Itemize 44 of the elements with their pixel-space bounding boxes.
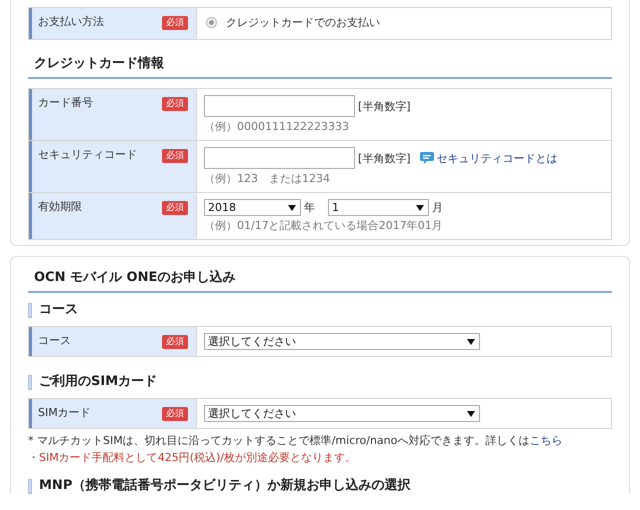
- field-label: お支払い方法: [38, 15, 104, 29]
- input-field[interactable]: [204, 95, 355, 117]
- unit-text: 月: [432, 200, 443, 215]
- subsection-heading: コース: [39, 302, 78, 318]
- required-badge: 必須: [162, 335, 188, 349]
- field-label: SIMカード: [38, 406, 91, 420]
- required-badge: 必須: [162, 97, 188, 111]
- details-link[interactable]: こちら: [529, 434, 562, 447]
- unit-text: 年: [304, 200, 315, 215]
- heading-bar-icon: [28, 302, 32, 318]
- select-field[interactable]: 2018: [204, 199, 301, 216]
- field-label: 有効期限: [38, 200, 82, 214]
- caret-icon: [467, 338, 475, 344]
- section-heading: クレジットカード情報: [28, 40, 612, 79]
- subsection-heading: ご利用のSIMカード: [39, 374, 158, 390]
- required-badge: 必須: [162, 201, 188, 215]
- option-label: クレジットカードでのお支払い: [226, 15, 380, 30]
- select-field[interactable]: 1: [328, 199, 429, 216]
- radio-button[interactable]: [206, 17, 217, 28]
- subsection-heading: MNP（携帯電話番号ポータビリティ）か新規お申し込みの選択: [39, 478, 410, 494]
- section-heading: OCN モバイル ONEのお申し込み: [28, 262, 612, 293]
- hint-text: [半角数字]: [358, 98, 411, 114]
- caret-icon: [416, 204, 424, 210]
- heading-bar-icon: [28, 374, 32, 390]
- field-label: コース: [38, 334, 71, 348]
- input-field[interactable]: [204, 147, 355, 169]
- note-text: ・SIMカード手配料として425円(税込)/枚が別途必要となります。: [28, 450, 358, 466]
- required-badge: 必須: [162, 149, 188, 163]
- caret-icon: [467, 410, 475, 416]
- caret-icon: [288, 204, 296, 210]
- example-text: （例）0000111122223333: [204, 119, 350, 134]
- help-link[interactable]: セキュリティコードとは: [436, 150, 558, 166]
- required-badge: 必須: [162, 407, 188, 421]
- speech-bubble-icon: [420, 152, 434, 164]
- field-label: カード番号: [38, 96, 93, 110]
- hint-text: [半角数字]: [358, 150, 411, 166]
- select-field[interactable]: 選択してください: [204, 405, 480, 422]
- heading-bar-icon: [28, 478, 32, 494]
- example-text: （例）123 または1234: [204, 171, 331, 186]
- select-field[interactable]: 選択してください: [204, 333, 480, 350]
- required-badge: 必須: [162, 16, 188, 30]
- field-label: セキュリティコード: [38, 148, 137, 162]
- example-text: （例）01/17と記載されている場合2017年01月: [204, 218, 444, 233]
- note-text: * マルチカットSIMは、切れ目に沿ってカットすることで標準/micro/nanoへ対応できます。詳しくはこちら: [28, 433, 564, 449]
